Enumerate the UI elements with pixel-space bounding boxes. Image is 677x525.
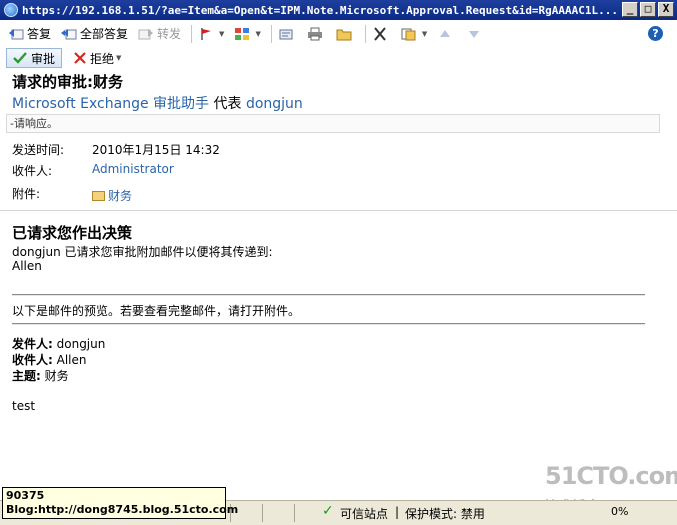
move-copy-icon	[401, 28, 416, 40]
forward-button[interactable]: 转发	[138, 25, 181, 42]
preview-content: test	[12, 399, 36, 413]
watermark-brand: 51CTO.com	[545, 462, 677, 490]
minimize-button[interactable]: _	[622, 2, 638, 17]
preview-from-label: 发件人:	[12, 337, 53, 351]
previous-item-button[interactable]	[437, 27, 456, 41]
flag-button[interactable]: ▼	[198, 27, 224, 41]
attachment-link[interactable]: 财务	[92, 187, 132, 204]
tooltip-line-1: 90375	[6, 489, 45, 502]
toolbar-divider	[191, 24, 193, 43]
help-icon[interactable]: ?	[648, 26, 663, 41]
reply-all-label: 全部答复	[80, 27, 129, 41]
reply-all-button[interactable]: 全部答复	[61, 25, 128, 42]
window-titlebar: https://192.168.1.51/?ae=Item&a=Open&t=I…	[0, 0, 677, 20]
toolbar-divider	[270, 24, 272, 43]
print-button[interactable]	[307, 27, 326, 41]
message-toolbar: 答复 全部答复 转发 ▼ ▼ ▼	[0, 21, 677, 46]
zone-label[interactable]: 可信站点	[340, 505, 388, 522]
print-icon	[307, 27, 322, 40]
ie-icon	[4, 3, 18, 17]
zoom-level[interactable]: 0%	[611, 505, 628, 518]
preview-from-value: dongjun	[52, 337, 106, 351]
approve-label: 审批	[31, 51, 56, 66]
flag-icon	[201, 27, 212, 40]
status-cell	[262, 504, 292, 522]
attachment-label: 附件:	[12, 187, 41, 201]
reject-label: 拒绝	[90, 51, 115, 66]
envelope-icon	[92, 191, 105, 201]
window-title: https://192.168.1.51/?ae=Item&a=Open&t=I…	[22, 3, 619, 17]
reject-button[interactable]: 拒绝 ▼	[70, 48, 125, 68]
preview-note: 以下是邮件的预览。若要查看完整邮件，请打开附件。	[12, 304, 301, 318]
reply-button[interactable]: 答复	[8, 25, 51, 42]
body-line-2: Allen	[12, 259, 42, 273]
chevron-down-icon: ▼	[255, 29, 261, 38]
sent-value: 2010年1月15日 14:32	[92, 143, 220, 157]
maximize-button[interactable]: □	[640, 2, 656, 17]
categories-icon	[235, 27, 250, 40]
checkmark-icon	[13, 52, 27, 64]
preview-to-value: Allen	[52, 353, 87, 367]
move-to-folder-button[interactable]	[278, 27, 297, 41]
status-separator: |	[395, 505, 400, 519]
next-item-button[interactable]	[466, 27, 485, 41]
move-folder-icon	[279, 29, 293, 39]
open-folder-button[interactable]	[336, 27, 355, 41]
reply-icon	[9, 28, 24, 39]
trusted-zone-check-icon: ✓	[322, 503, 334, 519]
preview-subject-label: 主题:	[12, 369, 41, 383]
delete-x-icon	[374, 26, 386, 41]
hover-tooltip: 90375 Blog:http://dong8745.blog.51cto.co…	[2, 487, 239, 519]
chevron-down-icon: ▼	[421, 29, 428, 38]
attachment-name: 财务	[108, 189, 133, 203]
forward-icon	[138, 28, 154, 39]
approve-button[interactable]: 审批	[6, 48, 63, 68]
respond-prompt: -请响应。	[6, 114, 660, 133]
delete-button[interactable]	[372, 26, 391, 41]
reply-label: 答复	[27, 27, 52, 41]
window-controls: _ □ X	[622, 2, 674, 17]
chevron-down-icon: ▼	[116, 54, 122, 62]
to-label: 收件人:	[12, 164, 53, 178]
preview-to-label: 收件人:	[12, 353, 53, 367]
sent-label: 发送时间:	[12, 143, 65, 157]
up-arrow-icon	[440, 29, 451, 37]
tooltip-line-2: Blog:http://dong8745.blog.51cto.com	[6, 503, 239, 516]
header-divider	[0, 210, 677, 211]
toolbar-divider	[364, 24, 366, 43]
sender-line: Microsoft Exchange 审批助手 代表 dongjun	[12, 93, 303, 113]
sender-app-link[interactable]: Microsoft Exchange 审批助手	[12, 96, 209, 112]
protected-mode-label: 保护模式: 禁用	[405, 507, 485, 521]
move-copy-button[interactable]: ▼	[401, 27, 427, 41]
folder-icon	[336, 29, 352, 40]
on-behalf-text: 代表	[213, 96, 242, 112]
preview-to: 收件人: Allen	[12, 351, 87, 368]
chevron-down-icon: ▼	[219, 29, 225, 38]
preview-rule-bottom	[12, 323, 645, 325]
status-cell	[294, 504, 318, 522]
approval-toolbar: 审批 拒绝 ▼	[0, 46, 677, 70]
sender-user-link[interactable]: dongjun	[246, 96, 303, 112]
message-subject: 请求的审批:财务	[12, 73, 123, 91]
preview-rule-top	[12, 294, 645, 296]
categories-button[interactable]: ▼	[234, 27, 261, 41]
preview-subject: 主题: 财务	[12, 367, 69, 384]
reply-all-icon	[61, 28, 77, 39]
down-arrow-icon	[469, 30, 480, 38]
body-heading: 已请求您作出决策	[12, 224, 133, 242]
reject-x-icon	[74, 52, 86, 64]
close-window-button[interactable]: X	[658, 2, 674, 17]
preview-subject-value: 财务	[40, 369, 69, 383]
body-line-1: dongjun 已请求您审批附加邮件以便将其传递到:	[12, 245, 273, 259]
to-recipient-link[interactable]: Administrator	[92, 162, 174, 176]
forward-label: 转发	[157, 27, 182, 41]
preview-from: 发件人: dongjun	[12, 335, 105, 352]
